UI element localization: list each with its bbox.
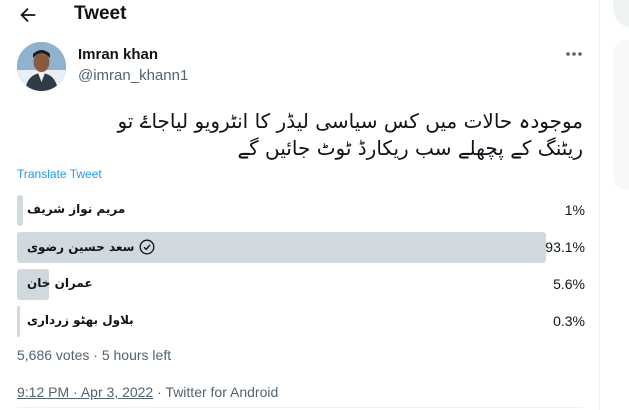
page-title: Tweet xyxy=(74,3,127,24)
divider xyxy=(17,407,583,408)
poll-time-left: 5 hours left xyxy=(101,347,172,363)
poll-option-percent: 93.1% xyxy=(545,239,585,255)
poll-option-text: بلاول بھٹو زرداری xyxy=(27,313,134,327)
poll-option-percent: 5.6% xyxy=(553,276,585,292)
separator-dot: · xyxy=(93,347,98,363)
tweet-text-line: موجودہ حالات میں کس سیاسی لیڈر کا انٹروی… xyxy=(117,109,583,133)
poll-option-percent: 0.3% xyxy=(553,313,585,329)
poll-bar xyxy=(17,306,21,337)
poll-bar xyxy=(17,195,23,226)
author-handle[interactable]: @imran_khann1 xyxy=(78,67,188,84)
translate-tweet-link[interactable]: Translate Tweet xyxy=(17,167,102,181)
avatar[interactable] xyxy=(17,42,66,91)
search-input[interactable] xyxy=(613,0,629,28)
poll-option: مریم نواز شریف 1% xyxy=(17,195,585,226)
tweet-text: موجودہ حالات میں کس سیاسی لیڈر کا انٹروی… xyxy=(17,108,583,162)
check-circle-icon xyxy=(140,239,155,255)
poll-option-label: بلاول بھٹو زرداری xyxy=(27,313,134,327)
separator-dot: · xyxy=(73,384,78,400)
poll-option: سعد حسین رضوی 93.1% xyxy=(17,232,585,263)
poll-option: بلاول بھٹو زرداری 0.3% xyxy=(17,306,585,337)
poll-option-text: مریم نواز شریف xyxy=(27,202,126,216)
tweet-timestamp-line: 9:12 PM · Apr 3, 2022 · Twitter for Andr… xyxy=(17,384,278,400)
poll-option-label: سعد حسین رضوی xyxy=(27,239,155,255)
header: Tweet xyxy=(0,0,600,30)
avatar-image xyxy=(17,42,66,91)
tweet-source-link[interactable]: Twitter for Android xyxy=(165,384,278,400)
sidebar-card xyxy=(613,40,629,190)
tweet-timestamp-link[interactable]: 9:12 PM · Apr 3, 2022 xyxy=(17,384,153,400)
tweet-date: Apr 3, 2022 xyxy=(80,384,154,400)
poll-option-text: عمران خان xyxy=(27,276,93,290)
arrow-left-icon[interactable] xyxy=(17,4,39,26)
poll-option: عمران خان 5.6% xyxy=(17,269,585,300)
poll-meta: 5,686 votes · 5 hours left xyxy=(17,347,171,363)
tweet-detail-column: Tweet Imran khan @imran_khann1 موجودہ حا… xyxy=(0,0,600,410)
separator-dot: · xyxy=(157,384,162,400)
poll-votes: 5,686 votes xyxy=(17,347,90,363)
poll-option-percent: 1% xyxy=(564,202,585,218)
poll-option-label: عمران خان xyxy=(27,276,93,290)
poll-option-text: سعد حسین رضوی xyxy=(27,240,135,254)
right-sidebar xyxy=(601,0,629,410)
poll: مریم نواز شریف 1% سعد حسین رضوی 93.1% عم… xyxy=(17,195,585,343)
more-horizontal-icon[interactable] xyxy=(560,44,588,64)
tweet-text-line: ریٹنگ کے پچھلے سب ریکارڈ ٹوٹ جائیں گے xyxy=(237,136,583,160)
tweet-time: 9:12 PM xyxy=(17,384,70,400)
author-name[interactable]: Imran khan xyxy=(78,46,158,63)
poll-option-label: مریم نواز شریف xyxy=(27,202,125,216)
